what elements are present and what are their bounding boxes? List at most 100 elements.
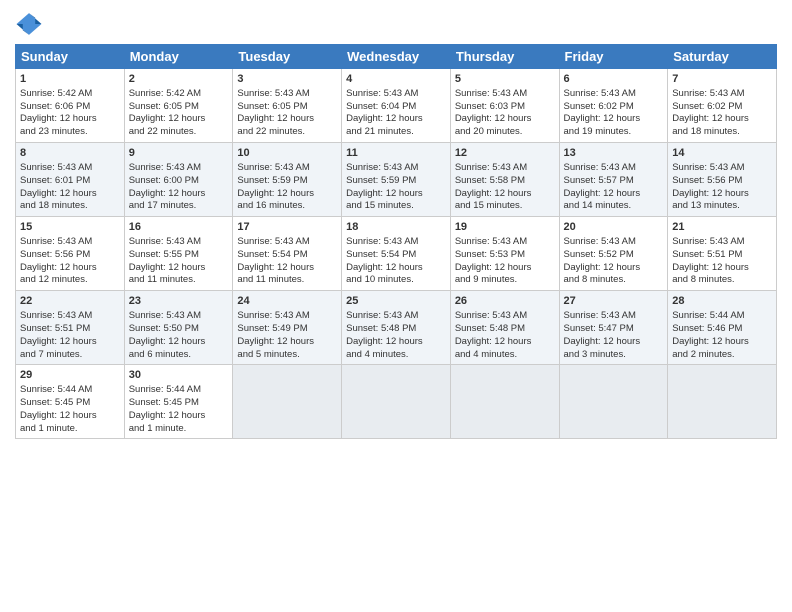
day-detail: and 18 minutes. [20,200,120,213]
day-detail: Sunset: 6:05 PM [129,101,229,114]
day-detail: Sunrise: 5:43 AM [564,162,664,175]
day-detail: Sunset: 5:58 PM [455,175,555,188]
day-number: 26 [455,294,555,309]
calendar-cell: 24Sunrise: 5:43 AMSunset: 5:49 PMDayligh… [233,291,342,365]
day-detail: Sunset: 6:06 PM [20,101,120,114]
calendar-cell: 4Sunrise: 5:43 AMSunset: 6:04 PMDaylight… [342,69,451,143]
calendar-cell: 5Sunrise: 5:43 AMSunset: 6:03 PMDaylight… [450,69,559,143]
calendar-cell: 9Sunrise: 5:43 AMSunset: 6:00 PMDaylight… [124,143,233,217]
day-detail: and 20 minutes. [455,126,555,139]
day-detail: Daylight: 12 hours [20,188,120,201]
day-detail: and 11 minutes. [237,274,337,287]
day-number: 4 [346,72,446,87]
day-detail: Daylight: 12 hours [129,188,229,201]
calendar-cell: 25Sunrise: 5:43 AMSunset: 5:48 PMDayligh… [342,291,451,365]
day-detail: and 4 minutes. [346,349,446,362]
day-detail: Sunrise: 5:43 AM [20,162,120,175]
day-detail: Daylight: 12 hours [672,336,772,349]
calendar-cell [233,365,342,439]
calendar-cell: 12Sunrise: 5:43 AMSunset: 5:58 PMDayligh… [450,143,559,217]
day-number: 8 [20,146,120,161]
day-detail: and 8 minutes. [672,274,772,287]
day-detail: and 12 minutes. [20,274,120,287]
day-number: 3 [237,72,337,87]
day-detail: Sunset: 5:47 PM [564,323,664,336]
calendar-cell: 13Sunrise: 5:43 AMSunset: 5:57 PMDayligh… [559,143,668,217]
day-detail: Sunrise: 5:43 AM [564,236,664,249]
calendar-cell: 30Sunrise: 5:44 AMSunset: 5:45 PMDayligh… [124,365,233,439]
day-detail: Daylight: 12 hours [129,336,229,349]
header-row: SundayMondayTuesdayWednesdayThursdayFrid… [16,45,777,69]
day-detail: Sunrise: 5:42 AM [129,88,229,101]
day-detail: and 18 minutes. [672,126,772,139]
day-detail: Sunset: 6:00 PM [129,175,229,188]
calendar-cell: 16Sunrise: 5:43 AMSunset: 5:55 PMDayligh… [124,217,233,291]
day-detail: Daylight: 12 hours [564,113,664,126]
day-detail: Daylight: 12 hours [455,262,555,275]
day-detail: Sunset: 5:50 PM [129,323,229,336]
day-detail: Daylight: 12 hours [129,410,229,423]
day-detail: Sunrise: 5:44 AM [672,310,772,323]
calendar-cell [450,365,559,439]
day-detail: Daylight: 12 hours [672,188,772,201]
weekday-header: Sunday [16,45,125,69]
day-detail: Sunrise: 5:43 AM [237,236,337,249]
calendar-cell: 27Sunrise: 5:43 AMSunset: 5:47 PMDayligh… [559,291,668,365]
day-detail: and 23 minutes. [20,126,120,139]
weekday-header: Wednesday [342,45,451,69]
day-number: 11 [346,146,446,161]
day-detail: Sunrise: 5:42 AM [20,88,120,101]
weekday-header: Saturday [668,45,777,69]
day-detail: Daylight: 12 hours [20,113,120,126]
day-number: 18 [346,220,446,235]
day-detail: Sunset: 5:54 PM [237,249,337,262]
day-number: 16 [129,220,229,235]
day-detail: and 7 minutes. [20,349,120,362]
day-number: 30 [129,368,229,383]
day-number: 14 [672,146,772,161]
day-detail: and 6 minutes. [129,349,229,362]
day-detail: Sunrise: 5:43 AM [346,236,446,249]
day-detail: and 14 minutes. [564,200,664,213]
day-detail: Sunrise: 5:43 AM [455,162,555,175]
day-number: 21 [672,220,772,235]
day-detail: Sunrise: 5:43 AM [129,162,229,175]
day-detail: Daylight: 12 hours [20,410,120,423]
day-detail: Sunrise: 5:43 AM [237,310,337,323]
day-detail: and 2 minutes. [672,349,772,362]
calendar-cell: 28Sunrise: 5:44 AMSunset: 5:46 PMDayligh… [668,291,777,365]
day-detail: Daylight: 12 hours [455,336,555,349]
day-detail: Daylight: 12 hours [455,188,555,201]
day-number: 5 [455,72,555,87]
day-number: 23 [129,294,229,309]
day-detail: Sunset: 5:57 PM [564,175,664,188]
calendar-cell: 22Sunrise: 5:43 AMSunset: 5:51 PMDayligh… [16,291,125,365]
day-detail: Sunset: 5:45 PM [129,397,229,410]
calendar-week-row: 1Sunrise: 5:42 AMSunset: 6:06 PMDaylight… [16,69,777,143]
calendar-cell: 2Sunrise: 5:42 AMSunset: 6:05 PMDaylight… [124,69,233,143]
day-detail: Sunset: 5:59 PM [346,175,446,188]
day-number: 19 [455,220,555,235]
day-detail: Sunrise: 5:43 AM [564,88,664,101]
day-detail: Sunset: 5:55 PM [129,249,229,262]
day-detail: Sunset: 5:59 PM [237,175,337,188]
day-detail: Sunrise: 5:43 AM [672,162,772,175]
calendar-cell: 15Sunrise: 5:43 AMSunset: 5:56 PMDayligh… [16,217,125,291]
calendar-cell: 14Sunrise: 5:43 AMSunset: 5:56 PMDayligh… [668,143,777,217]
day-detail: Sunset: 6:05 PM [237,101,337,114]
day-detail: Daylight: 12 hours [346,188,446,201]
day-detail: Sunset: 5:45 PM [20,397,120,410]
weekday-header: Tuesday [233,45,342,69]
day-detail: Sunset: 5:51 PM [20,323,120,336]
calendar-cell: 21Sunrise: 5:43 AMSunset: 5:51 PMDayligh… [668,217,777,291]
calendar-cell [668,365,777,439]
day-number: 13 [564,146,664,161]
page: SundayMondayTuesdayWednesdayThursdayFrid… [0,0,792,612]
day-detail: Daylight: 12 hours [129,113,229,126]
calendar-cell: 6Sunrise: 5:43 AMSunset: 6:02 PMDaylight… [559,69,668,143]
day-detail: and 15 minutes. [346,200,446,213]
day-detail: Sunrise: 5:43 AM [237,162,337,175]
day-detail: and 15 minutes. [455,200,555,213]
day-number: 20 [564,220,664,235]
calendar-cell [559,365,668,439]
